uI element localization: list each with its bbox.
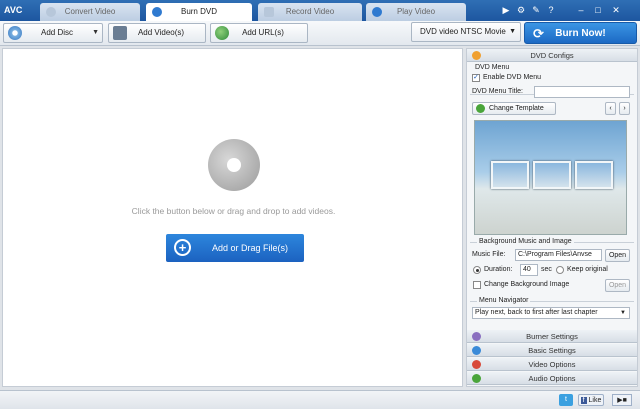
enable-dvd-menu-label: Enable DVD Menu [483, 74, 541, 81]
audio-options-icon [472, 374, 481, 383]
duration-input[interactable]: 40 [520, 264, 538, 276]
twitter-icon[interactable]: t [559, 394, 573, 406]
template-preview [474, 120, 627, 235]
title-bar: AVC Convert Video Burn DVD Record Video … [0, 0, 640, 21]
settings-gear-icon[interactable]: ⚙ [515, 4, 527, 16]
tab-burn-dvd[interactable]: Burn DVD [146, 3, 252, 21]
burn-now-button[interactable]: ⟳ Burn Now! [524, 22, 637, 44]
change-template-label: Change Template [489, 105, 544, 112]
chapter-thumbnail [491, 161, 529, 189]
section-title: Audio Options [528, 374, 576, 383]
tab-label: Convert Video [64, 7, 116, 16]
chapter-thumbnail [575, 161, 613, 189]
burner-icon [472, 332, 481, 341]
burner-settings-header[interactable]: Burner Settings [467, 330, 637, 343]
burn-dvd-icon [152, 7, 162, 17]
burn-now-label: Burn Now! [555, 28, 606, 39]
format-value: DVD video NTSC Movie [420, 27, 506, 36]
add-urls-label: Add URL(s) [242, 28, 284, 37]
facebook-icon: f [580, 397, 587, 404]
video-drop-area[interactable]: Click the button below or drag and drop … [2, 48, 463, 387]
music-file-input[interactable]: C:\Program Files\Anvse [515, 249, 602, 261]
next-template-button[interactable]: › [619, 102, 630, 115]
globe-icon [215, 26, 229, 40]
navigator-select[interactable]: Play next, back to first after last chap… [472, 307, 630, 319]
duration-label: Duration: [484, 266, 513, 273]
add-disc-button[interactable]: Add Disc ▼ [3, 23, 103, 43]
film-icon [113, 26, 127, 40]
change-template-button[interactable]: Change Template [472, 102, 556, 115]
enable-dvd-menu-checkbox[interactable]: ✓ [472, 74, 480, 82]
keep-original-radio[interactable] [556, 266, 564, 274]
facebook-like-button[interactable]: f Like [578, 394, 604, 406]
disc-icon [8, 26, 22, 40]
help-icon[interactable]: ? [545, 4, 557, 16]
add-disc-label: Add Disc [40, 28, 73, 37]
background-music-group-title: Background Music and Image [477, 238, 574, 245]
video-options-icon [472, 360, 481, 369]
dvd-configs-icon [472, 51, 481, 60]
prev-template-button[interactable]: ‹ [605, 102, 616, 115]
config-panel: DVD Configs DVD Menu ✓ Enable DVD Menu D… [466, 48, 638, 387]
section-title: Video Options [528, 360, 576, 369]
youtube-icon[interactable]: ▶ [500, 4, 512, 16]
close-icon[interactable]: ✕ [610, 4, 622, 16]
duration-radio[interactable] [473, 266, 481, 274]
maximize-icon[interactable]: □ [592, 4, 604, 16]
app-logo: AVC [4, 5, 23, 15]
tab-label: Record Video [285, 7, 335, 16]
play-video-icon [372, 7, 382, 17]
tab-convert-video[interactable]: Convert Video [40, 3, 140, 21]
tools-icon[interactable]: ✎ [530, 4, 542, 16]
basic-settings-header[interactable]: Basic Settings [467, 344, 637, 357]
change-background-image-checkbox[interactable] [473, 281, 481, 289]
open-music-button[interactable]: Open [605, 249, 630, 262]
chevron-down-icon: ▼ [620, 310, 626, 316]
section-title: DVD Configs [530, 51, 574, 60]
record-video-icon [264, 7, 274, 17]
like-label: Like [588, 397, 602, 404]
menu-title-label: DVD Menu Title: [472, 88, 523, 95]
disc-music-icon [208, 139, 260, 191]
chevron-down-icon: ▼ [509, 28, 516, 35]
dvd-configs-header[interactable]: DVD Configs [467, 49, 637, 62]
sec-label: sec [541, 266, 552, 273]
basic-settings-icon [472, 346, 481, 355]
media-player-icon[interactable]: ▶■ [612, 394, 632, 406]
status-bar: t f Like ▶■ [0, 390, 640, 409]
menu-title-input[interactable] [534, 86, 630, 98]
add-file-label: Add or Drag File(s) [211, 243, 289, 253]
keep-original-label: Keep original [567, 266, 608, 273]
music-file-label: Music File: [472, 251, 506, 258]
output-format-select[interactable]: DVD video NTSC Movie ▼ [411, 22, 521, 42]
add-videos-button[interactable]: Add Video(s) [108, 23, 206, 43]
dvd-menu-group-title: DVD Menu [473, 64, 512, 71]
tab-label: Burn DVD [180, 7, 217, 16]
open-image-button[interactable]: Open [605, 279, 630, 292]
tab-record-video[interactable]: Record Video [258, 3, 362, 21]
add-urls-button[interactable]: Add URL(s) [210, 23, 308, 43]
add-or-drag-files-button[interactable]: + Add or Drag File(s) [166, 234, 304, 262]
section-title: Basic Settings [528, 346, 576, 355]
section-title: Burner Settings [526, 332, 578, 341]
menu-navigator-group-title: Menu Navigator [477, 297, 531, 304]
tab-play-video[interactable]: Play Video [366, 3, 466, 21]
tab-label: Play Video [396, 7, 436, 16]
change-background-image-label: Change Background Image [484, 281, 570, 288]
navigator-value: Play next, back to first after last chap… [475, 309, 598, 316]
minimize-icon[interactable]: – [575, 4, 587, 16]
template-icon [476, 104, 485, 113]
add-videos-label: Add Video(s) [137, 28, 185, 37]
refresh-icon: ⟳ [533, 26, 544, 41]
video-options-header[interactable]: Video Options [467, 358, 637, 371]
chapter-thumbnail [533, 161, 571, 189]
audio-options-header[interactable]: Audio Options [467, 372, 637, 385]
drop-hint: Click the button below or drag and drop … [131, 206, 336, 216]
chevron-down-icon[interactable]: ▼ [92, 24, 99, 42]
plus-icon: + [174, 239, 191, 256]
convert-video-icon [46, 7, 56, 17]
